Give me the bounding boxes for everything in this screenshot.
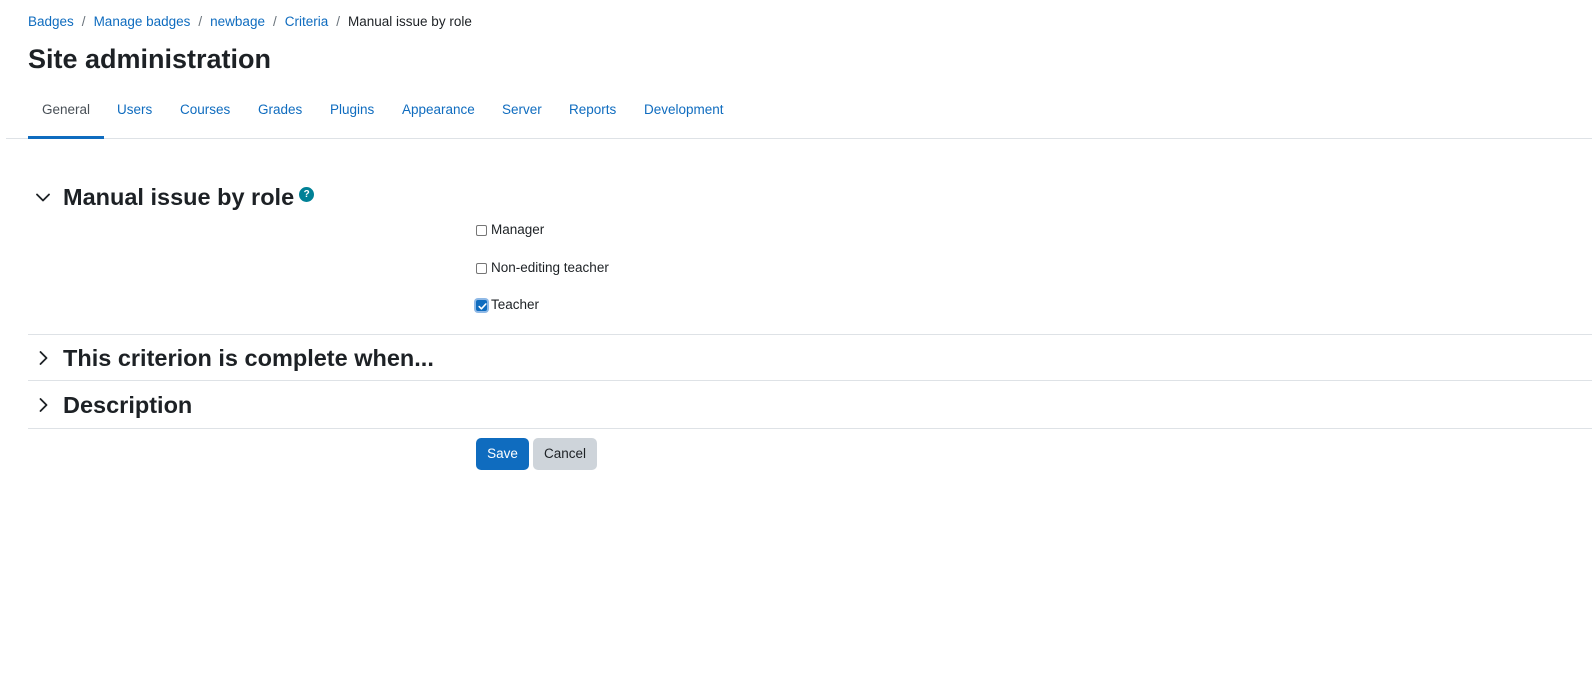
tab-development[interactable]: Development [630, 88, 738, 139]
chevron-right-icon [28, 395, 58, 415]
breadcrumb-current: Manual issue by role [348, 14, 472, 29]
breadcrumb-separator: / [272, 14, 277, 29]
breadcrumb-separator: / [198, 14, 203, 29]
role-label-non-editing-teacher: Non-editing teacher [491, 260, 609, 275]
chevron-right-icon [28, 348, 58, 368]
section-header-description[interactable]: Description [28, 390, 192, 420]
role-checkbox-row-manager: Manager [475, 221, 544, 239]
page-title: Site administration [28, 44, 272, 74]
tab-users[interactable]: Users [103, 88, 166, 139]
breadcrumb: Badges / Manage badges / newbage / Crite… [28, 13, 472, 31]
help-icon[interactable]: ? [299, 186, 315, 202]
section-divider [28, 380, 1592, 381]
role-checkbox-manager[interactable] [476, 224, 487, 236]
role-checkbox-non-editing-teacher[interactable] [476, 262, 487, 274]
role-label-manager: Manager [491, 222, 545, 237]
cancel-button[interactable]: Cancel [533, 438, 597, 470]
section-header-criterion-complete[interactable]: This criterion is complete when... [28, 343, 434, 373]
tab-appearance[interactable]: Appearance [388, 88, 489, 139]
tab-plugins[interactable]: Plugins [316, 88, 388, 139]
breadcrumb-separator: / [81, 14, 86, 29]
tab-server[interactable]: Server [488, 88, 556, 139]
page: Badges / Manage badges / newbage / Crite… [0, 0, 1592, 686]
section-divider [28, 334, 1592, 335]
tab-general[interactable]: General [28, 88, 105, 139]
section-title-criterion-complete: This criterion is complete when... [63, 345, 434, 371]
breadcrumb-separator: / [336, 14, 341, 29]
role-checkbox-row-non-editing-teacher: Non-editing teacher [475, 259, 609, 277]
save-button[interactable]: Save [476, 438, 529, 470]
role-checkbox-row-teacher: Teacher [475, 296, 539, 314]
role-label-teacher: Teacher [491, 297, 540, 312]
chevron-down-icon [28, 187, 58, 207]
role-checkbox-teacher[interactable] [476, 299, 487, 311]
tab-reports[interactable]: Reports [555, 88, 630, 139]
section-divider [28, 428, 1592, 429]
tab-grades[interactable]: Grades [244, 88, 316, 139]
section-title-description: Description [63, 392, 193, 418]
section-title-manual-issue: Manual issue by role [63, 184, 295, 210]
admin-tabs: General Users Courses Grades Plugins App… [6, 88, 1592, 139]
breadcrumb-link-badges[interactable]: Badges [28, 13, 74, 31]
tab-courses[interactable]: Courses [166, 88, 244, 139]
checkmark-icon [478, 302, 487, 310]
breadcrumb-link-criteria[interactable]: Criteria [285, 13, 329, 31]
section-header-manual-issue[interactable]: Manual issue by role ? [28, 182, 315, 212]
breadcrumb-link-manage-badges[interactable]: Manage badges [94, 13, 191, 31]
breadcrumb-link-newbage[interactable]: newbage [210, 13, 265, 31]
